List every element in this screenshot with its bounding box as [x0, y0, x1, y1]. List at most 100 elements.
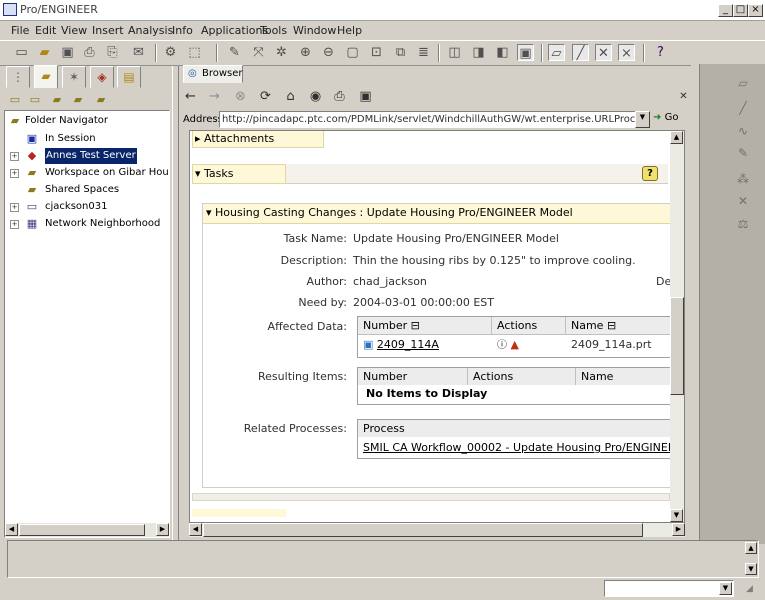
wireframe-icon[interactable]: ◫: [446, 44, 463, 61]
tree-horizontal-scrollbar[interactable]: ◀ ▶: [5, 523, 169, 537]
column-header-name[interactable]: Name ⊟: [566, 317, 676, 334]
register-icon[interactable]: ▰: [71, 93, 85, 106]
datum-axes-icon[interactable]: ╱: [572, 44, 589, 61]
spin-center-icon[interactable]: ✲: [273, 44, 290, 61]
home-icon[interactable]: ⌂: [282, 88, 299, 105]
browser-tab[interactable]: ◎ Browser: [183, 65, 243, 83]
no-hidden-icon[interactable]: ◧: [494, 44, 511, 61]
datum-icon[interactable]: ⤧: [250, 44, 267, 61]
favorites-tab[interactable]: ✶: [62, 66, 86, 88]
tree-item-in-session[interactable]: ▣ In Session: [5, 131, 169, 147]
folder-settings-icon[interactable]: ▰: [94, 93, 108, 106]
edit-triangle-icon[interactable]: ▲: [511, 338, 519, 351]
menu-info[interactable]: Info: [172, 24, 193, 37]
scroll-thumb[interactable]: [203, 523, 643, 537]
message-scroll-up-icon[interactable]: ▲: [745, 542, 757, 554]
datum-point-tool-icon[interactable]: ⁂: [736, 172, 750, 186]
refit-icon[interactable]: ▢: [344, 44, 361, 61]
coordinate-systems-icon[interactable]: ⨯: [618, 44, 635, 61]
scroll-right-icon[interactable]: ▶: [156, 523, 169, 536]
menu-insert[interactable]: Insert: [92, 24, 124, 37]
message-scroll-down-icon[interactable]: ▼: [745, 563, 757, 575]
scroll-right-icon[interactable]: ▶: [672, 523, 685, 536]
attachments-section[interactable]: ▸ Attachments: [192, 131, 324, 148]
menu-help[interactable]: Help: [337, 24, 362, 37]
right-splitter[interactable]: [691, 64, 699, 544]
layers-icon[interactable]: ≣: [415, 44, 432, 61]
datum-points-icon[interactable]: ✕: [595, 44, 612, 61]
search-globe-icon[interactable]: ◉: [307, 88, 324, 105]
app-icon[interactable]: [3, 3, 17, 16]
panel-splitter[interactable]: [172, 66, 179, 540]
saved-views-icon[interactable]: ⧉: [392, 44, 409, 61]
tree-item-cjackson031[interactable]: + ▭ cjackson031: [5, 199, 169, 215]
expand-icon[interactable]: +: [10, 203, 19, 212]
part-number-link[interactable]: 2409_114A: [377, 338, 439, 351]
menu-applications[interactable]: Applications: [201, 24, 268, 37]
add-server-icon[interactable]: ▰: [50, 93, 64, 106]
select-box-icon[interactable]: ⬚: [186, 44, 203, 61]
hidden-line-icon[interactable]: ◨: [470, 44, 487, 61]
regenerate-icon[interactable]: ⚙: [162, 44, 179, 61]
menu-edit[interactable]: Edit: [35, 24, 56, 37]
zoom-out-icon[interactable]: ⊖: [320, 44, 337, 61]
close-button[interactable]: ×: [748, 4, 763, 17]
history-tab[interactable]: ▤: [117, 66, 141, 88]
scroll-down-icon[interactable]: ▼: [670, 509, 683, 522]
datum-planes-icon[interactable]: ▱: [548, 44, 565, 61]
back-arrow-icon[interactable]: ←: [182, 88, 199, 105]
expand-icon[interactable]: +: [10, 152, 19, 161]
menu-tools[interactable]: Tools: [260, 24, 287, 37]
new-folder-icon[interactable]: ▭: [28, 93, 42, 106]
context-help-icon[interactable]: ?: [652, 44, 669, 61]
column-header-number[interactable]: Number ⊟: [358, 317, 492, 334]
resize-grip-icon[interactable]: ◢: [746, 584, 753, 594]
zoom-in-icon[interactable]: ⊕: [297, 44, 314, 61]
open-folder-icon[interactable]: ▰: [36, 44, 53, 61]
tree-item-workspace[interactable]: + ▰ Workspace on Gibar Housing: [5, 165, 169, 181]
print-icon[interactable]: ⎙: [331, 88, 348, 105]
datum-plane-tool-icon[interactable]: ▱: [736, 76, 750, 90]
connections-tab[interactable]: ◈: [90, 66, 114, 88]
print-preview-icon[interactable]: ⎘: [104, 44, 121, 61]
shading-icon[interactable]: ▣: [517, 44, 534, 61]
page-horizontal-scrollbar[interactable]: ◀ ▶: [189, 523, 685, 537]
analysis-tool-icon[interactable]: ⚖: [736, 217, 750, 231]
menu-analysis[interactable]: Analysis: [128, 24, 173, 37]
tasks-section[interactable]: ▾ Tasks: [192, 164, 286, 184]
scroll-left-icon[interactable]: ◀: [5, 523, 18, 536]
help-badge-icon[interactable]: ?: [642, 166, 658, 181]
content-vertical-scrollbar[interactable]: ▲ ▼: [670, 131, 684, 522]
forward-arrow-icon[interactable]: →: [206, 88, 223, 105]
new-file-icon[interactable]: ▭: [13, 44, 30, 61]
datum-curve-tool-icon[interactable]: ∿: [736, 124, 750, 138]
model-tree-tab[interactable]: ⋮: [6, 66, 30, 88]
scroll-up-icon[interactable]: ▲: [670, 131, 683, 144]
task-header[interactable]: ▾ Housing Casting Changes : Update Housi…: [203, 204, 673, 224]
tree-item-network-neighborhood[interactable]: + ▦ Network Neighborhood: [5, 216, 169, 232]
save-page-icon[interactable]: ▣: [357, 88, 374, 105]
sketch-icon[interactable]: ✎: [226, 44, 243, 61]
scroll-thumb[interactable]: [19, 524, 145, 536]
menu-view[interactable]: View: [61, 24, 87, 37]
sketch-tool-icon[interactable]: ✎: [736, 146, 750, 160]
datum-axis-tool-icon[interactable]: ╱: [736, 101, 750, 115]
tree-item-shared-spaces[interactable]: ▰ Shared Spaces: [5, 182, 169, 198]
tree-item-folder-navigator[interactable]: ▰ Folder Navigator: [5, 113, 169, 129]
process-link[interactable]: SMIL CA Workflow_00002 - Update Housing …: [363, 441, 679, 454]
menu-window[interactable]: Window: [293, 24, 336, 37]
info-icon[interactable]: ⓘ: [497, 340, 507, 351]
expand-icon[interactable]: +: [10, 169, 19, 178]
filter-select[interactable]: [604, 580, 734, 597]
address-input[interactable]: http://pincadapc.ptc.com/PDMLink/servlet…: [219, 111, 637, 128]
filter-dropdown-icon[interactable]: ▼: [719, 582, 732, 595]
refresh-icon[interactable]: ⟳: [257, 88, 274, 105]
stop-icon[interactable]: ⊗: [232, 88, 249, 105]
minimize-button[interactable]: _: [718, 4, 733, 17]
scroll-thumb[interactable]: [670, 297, 684, 395]
maximize-button[interactable]: □: [733, 4, 748, 17]
up-folder-icon[interactable]: ▭: [8, 93, 22, 106]
tree-item-annes-test-server[interactable]: + ◆ Annes Test Server: [5, 148, 169, 164]
go-button[interactable]: ➜ Go: [653, 112, 689, 123]
print-icon[interactable]: ⎙: [81, 44, 98, 61]
